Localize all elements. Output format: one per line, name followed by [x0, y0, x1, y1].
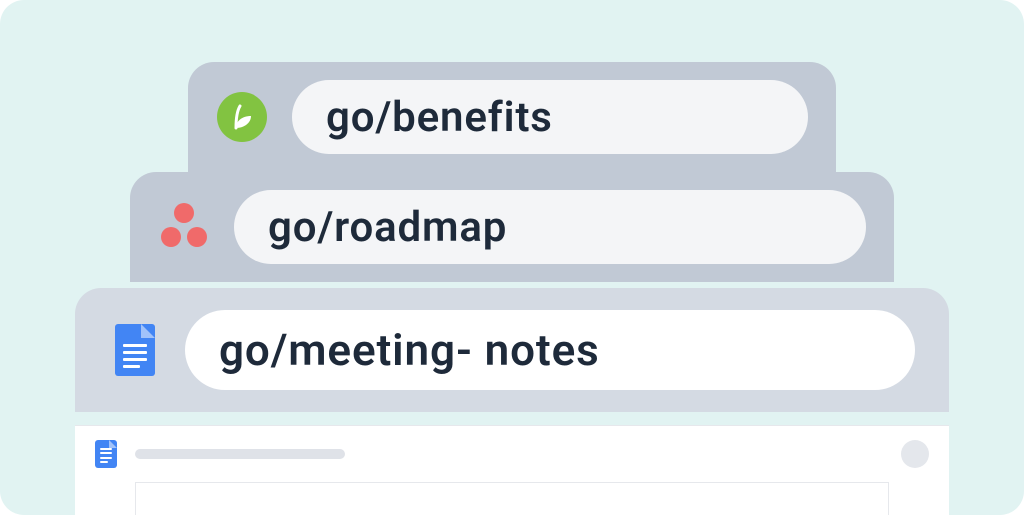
address-bar[interactable]: go/benefits	[292, 80, 808, 154]
asana-icon	[158, 201, 210, 253]
address-bar[interactable]: go/meeting- notes	[185, 310, 915, 390]
url-text: go/roadmap	[268, 203, 507, 252]
bamboohr-icon	[216, 91, 268, 143]
url-text: go/meeting- notes	[219, 324, 600, 376]
document-title-placeholder	[135, 449, 345, 459]
browser-tab-roadmap[interactable]: go/roadmap	[130, 172, 894, 282]
document-body	[135, 482, 889, 515]
illustration-stage: go/benefits go/roadmap go/meeting- notes	[0, 0, 1024, 515]
browser-tab-meeting-notes[interactable]: go/meeting- notes	[75, 288, 949, 412]
google-docs-icon	[109, 324, 161, 376]
address-bar[interactable]: go/roadmap	[234, 190, 866, 264]
document-preview	[75, 425, 949, 515]
browser-tab-benefits[interactable]: go/benefits	[188, 62, 836, 172]
avatar	[901, 440, 929, 468]
url-text: go/benefits	[326, 93, 553, 142]
google-docs-icon	[95, 440, 117, 468]
document-toolbar	[75, 426, 949, 482]
